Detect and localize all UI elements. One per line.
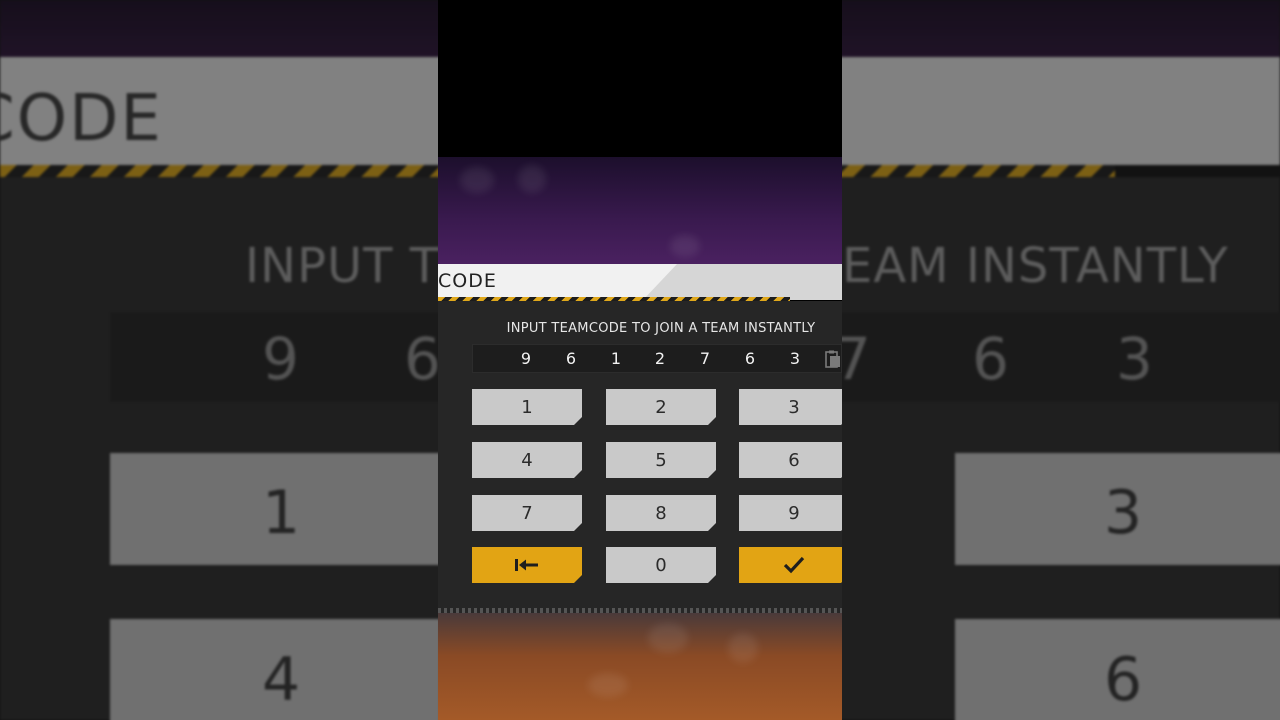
key-7[interactable]: 7 [472,495,582,531]
backspace-icon [514,558,540,572]
scene-blur [460,167,494,193]
bg-banner [842,57,1280,165]
bg-key-label: 3 [1104,478,1143,548]
bg-digit: 6 [972,325,1009,393]
code-digit: 3 [789,349,801,368]
key-1[interactable]: 1 [472,389,582,425]
bg-hazard-stripe [842,165,1115,177]
header-slant [643,264,842,300]
scene-blur [588,673,628,697]
bg-digit: 9 [262,325,299,393]
bg-top-strip [842,0,1280,57]
key-8[interactable]: 8 [606,495,716,531]
bg-digit: 3 [1116,325,1153,393]
code-digit: 6 [744,349,756,368]
scene-blur [728,633,758,663]
key-label: 0 [655,554,667,576]
key-label: 1 [521,396,533,418]
bg-hazard-stripe [0,165,438,177]
scene-blur [670,235,700,257]
background-right: EAM INSTANTLY 7 6 3 3 6 [842,0,1280,720]
code-digit: 6 [565,349,577,368]
key-label: 8 [655,502,667,524]
scene-blur [518,165,546,193]
key-label: 5 [655,449,667,471]
key-label: 6 [788,449,800,471]
bg-key-label: 6 [1104,645,1143,715]
scene-blur [648,623,688,653]
bg-digit: 6 [404,325,438,393]
backspace-button[interactable] [472,547,582,583]
code-digit: 2 [654,349,666,368]
instruction-text: INPUT TEAMCODE TO JOIN A TEAM INSTANTLY [506,321,816,336]
code-digit: 1 [610,349,622,368]
key-3[interactable]: 3 [739,389,842,425]
key-9[interactable]: 9 [739,495,842,531]
confirm-button[interactable] [739,547,842,583]
key-5[interactable]: 5 [606,442,716,478]
dialog-title: CODE [438,270,497,292]
bg-key-label: 4 [262,645,301,715]
background-left: CODE INPUT TEA 9 6 1 4 [0,0,438,720]
game-scene-bottom [438,613,842,720]
phone-screen: CODE INPUT TEAMCODE TO JOIN A TEAM INSTA… [438,0,842,720]
clipboard-paste-icon[interactable] [825,350,841,368]
key-0[interactable]: 0 [606,547,716,583]
key-label: 2 [655,396,667,418]
key-label: 4 [521,449,533,471]
key-6[interactable]: 6 [739,442,842,478]
key-label: 9 [788,502,800,524]
key-2[interactable]: 2 [606,389,716,425]
bg-banner-title: CODE [0,82,163,156]
bg-key-label: 1 [262,478,301,548]
game-scene-top [438,157,842,264]
key-label: 7 [521,502,533,524]
bg-instruction-right: EAM INSTANTLY [842,238,1229,294]
key-4[interactable]: 4 [472,442,582,478]
code-digit: 7 [699,349,711,368]
key-label: 3 [788,396,800,418]
bg-instruction-left: INPUT TEA [245,238,438,294]
dialog-header [438,264,842,300]
code-digit: 9 [520,349,532,368]
bg-top-strip [0,0,438,57]
bg-digit: 7 [842,325,871,393]
checkmark-icon [783,556,805,574]
bg-code-bar [842,312,1280,402]
